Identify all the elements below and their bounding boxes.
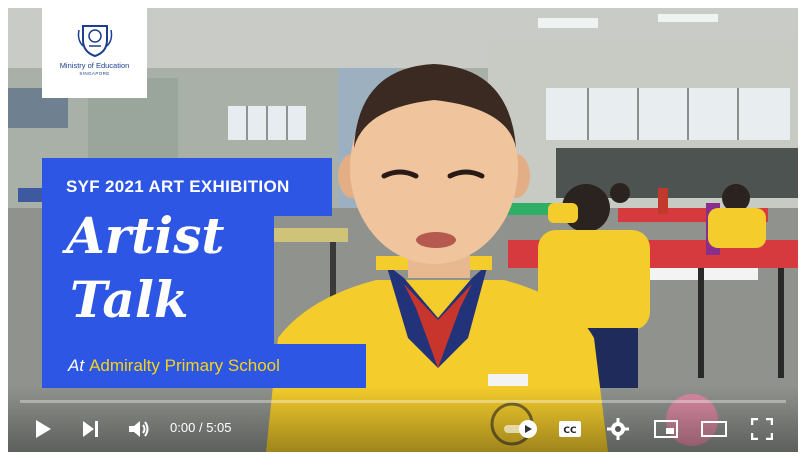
theater-mode-button[interactable] (700, 412, 728, 446)
miniplayer-button[interactable] (652, 412, 680, 446)
autoplay-toggle[interactable] (500, 412, 540, 446)
title-card-line-talk: Talk (70, 270, 189, 329)
time-display: 0:00 / 5:05 (170, 420, 232, 435)
moe-crest-icon (77, 25, 112, 58)
time-current: 0:00 (170, 420, 196, 435)
svg-text:CC: CC (563, 426, 577, 436)
time-total: 5:05 (206, 420, 232, 435)
title-card-school: Admiralty Primary School (89, 356, 280, 375)
autoplay-toggle-icon (504, 420, 537, 438)
settings-icon (607, 418, 629, 440)
miniplayer-icon (654, 420, 678, 438)
moe-logo: Ministry of Education SINGAPORE (42, 8, 147, 98)
fullscreen-button[interactable] (748, 412, 776, 446)
time-separator: / (198, 420, 203, 435)
title-card-line-artist: Artist (66, 206, 225, 265)
fullscreen-icon (751, 418, 773, 440)
title-card-footer: At Admiralty Primary School (42, 344, 366, 388)
video-page: Ministry of Education SINGAPORE SYF 2021… (0, 0, 806, 460)
captions-icon: CC (559, 421, 581, 437)
moe-subtitle: SINGAPORE (79, 71, 110, 76)
moe-name: Ministry of Education (59, 61, 130, 70)
next-button[interactable] (78, 412, 104, 446)
video-player[interactable]: Ministry of Education SINGAPORE SYF 2021… (8, 8, 798, 452)
captions-button[interactable]: CC (556, 412, 584, 446)
progress-bar[interactable] (20, 400, 786, 403)
title-card-prefix: At (68, 356, 85, 375)
volume-button[interactable] (126, 412, 152, 446)
theater-icon (701, 421, 727, 437)
next-icon (83, 421, 98, 437)
settings-button[interactable] (604, 412, 632, 446)
play-icon (36, 420, 51, 438)
volume-icon (129, 421, 149, 437)
play-button[interactable] (30, 412, 56, 446)
